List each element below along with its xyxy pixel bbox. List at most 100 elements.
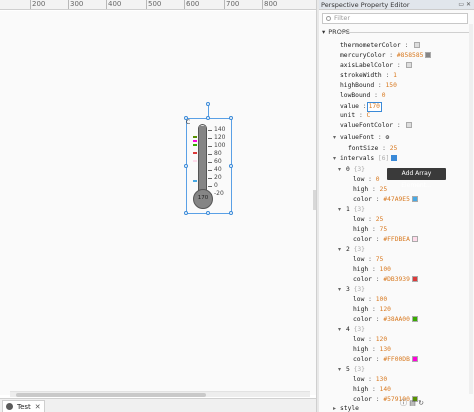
color-swatch-icon[interactable] — [414, 42, 421, 48]
prop-value[interactable]: 120 — [380, 306, 391, 313]
prop-row-intervals[interactable]: intervals [6] — [340, 155, 398, 163]
resize-handle-s[interactable] — [206, 211, 210, 215]
design-canvas[interactable] — [0, 11, 316, 395]
interval-color[interactable]: color : #FF00DB — [353, 356, 418, 364]
interval-color[interactable]: color : #47A9E5 — [353, 196, 418, 204]
color-swatch-icon[interactable] — [411, 276, 418, 282]
chevron-down-icon[interactable]: ▾ — [333, 134, 336, 141]
panel-bottom-toolbar[interactable]: ⓘ ▤ ↻ — [400, 398, 424, 408]
interval-header[interactable]: 5 {3} — [346, 366, 365, 374]
chevron-down-icon[interactable]: ▾ — [338, 166, 341, 173]
prop-value[interactable]: 100 — [376, 296, 387, 303]
interval-color[interactable]: color : #38AA00 — [353, 316, 418, 324]
resize-handle-e[interactable] — [229, 164, 233, 168]
prop-value[interactable]: 25 — [376, 216, 384, 223]
prop-row-highbound[interactable]: highBound : 150 — [340, 82, 397, 90]
prop-value[interactable]: 75 — [380, 226, 388, 233]
thermometer-component[interactable]: C 140 120 100 80 60 40 20 0 -20 170 — [184, 102, 233, 215]
color-swatch-icon[interactable] — [411, 316, 418, 322]
interval-high[interactable]: high : 75 — [353, 226, 387, 234]
close-tab-icon[interactable]: ✕ — [35, 403, 41, 411]
value-edit-field[interactable]: 170 — [366, 102, 382, 112]
filter-input[interactable]: Filter — [322, 13, 468, 24]
prop-value[interactable]: 150 — [386, 82, 397, 89]
interval-low[interactable]: low : 100 — [353, 296, 387, 304]
color-swatch-icon[interactable] — [406, 62, 413, 68]
interval-low[interactable]: low : 0 — [353, 176, 380, 184]
color-swatch-icon[interactable] — [411, 236, 418, 242]
scale-tick — [208, 186, 212, 187]
interval-color[interactable]: color : #FFDBEA — [353, 236, 418, 244]
color-swatch-icon[interactable] — [411, 196, 418, 202]
color-swatch-icon[interactable] — [425, 52, 432, 58]
panel-title-bar: Perspective Property Editor ▭ ✕ — [319, 0, 474, 10]
prop-value[interactable]: 120 — [376, 336, 387, 343]
prop-row-thermometercolor[interactable]: thermometerColor : — [340, 42, 421, 50]
resize-handle-w[interactable] — [184, 164, 188, 168]
prop-value[interactable]: #DB3939 — [383, 276, 410, 283]
interval-low[interactable]: low : 120 — [353, 336, 387, 344]
prop-row-mercurycolor[interactable]: mercuryColor : #858585 — [340, 52, 432, 60]
chevron-down-icon[interactable]: ▾ — [338, 326, 341, 333]
interval-low[interactable]: low : 130 — [353, 376, 387, 384]
prop-value[interactable]: 1 — [393, 72, 397, 79]
prop-row-unit[interactable]: unit : C — [340, 112, 370, 120]
rotation-handle[interactable] — [206, 102, 210, 106]
prop-value[interactable]: #47A9E5 — [383, 196, 410, 203]
chevron-down-icon[interactable]: ▾ — [333, 155, 336, 162]
prop-row-style[interactable]: style — [340, 405, 359, 412]
scrollbar-thumb[interactable] — [16, 393, 206, 397]
interval-low[interactable]: low : 25 — [353, 216, 383, 224]
prop-value[interactable]: 75 — [376, 256, 384, 263]
prop-row-axislabelcolor[interactable]: axisLabelColor : — [340, 62, 413, 70]
prop-row-value[interactable]: value :170 — [340, 102, 382, 112]
chevron-down-icon[interactable]: ▾ — [338, 366, 341, 373]
prop-row-valuefontcolor[interactable]: valueFontColor : — [340, 122, 413, 130]
color-swatch-icon[interactable] — [411, 356, 418, 362]
interval-high[interactable]: high : 25 — [353, 186, 387, 194]
prop-value[interactable]: 140 — [380, 386, 391, 393]
prop-row-valuefont[interactable]: valueFont : ⚙ — [340, 134, 389, 142]
interval-high[interactable]: high : 120 — [353, 306, 391, 314]
prop-key: low — [353, 296, 365, 303]
horizontal-scrollbar[interactable] — [10, 391, 310, 397]
prop-row-strokewidth[interactable]: strokeWidth : 1 — [340, 72, 397, 80]
view-tab-test[interactable]: Test ✕ — [2, 400, 45, 412]
interval-header[interactable]: 4 {3} — [346, 326, 365, 334]
resize-handle-sw[interactable] — [184, 211, 188, 215]
prop-value[interactable]: 25 — [380, 186, 388, 193]
interval-header[interactable]: 0 {3} — [346, 166, 365, 174]
interval-color[interactable]: color : #DB3939 — [353, 276, 418, 284]
chevron-down-icon[interactable]: ▾ — [338, 286, 341, 293]
prop-value[interactable]: C — [367, 112, 371, 119]
prop-row-fontsize[interactable]: fontSize : 25 — [348, 145, 397, 153]
resize-handle-n[interactable] — [206, 116, 210, 120]
prop-value[interactable]: #FFDBEA — [383, 236, 410, 243]
prop-value[interactable]: #38AA00 — [383, 316, 410, 323]
prop-value[interactable]: 130 — [380, 346, 391, 353]
interval-header[interactable]: 1 {3} — [346, 206, 365, 214]
interval-high[interactable]: high : 100 — [353, 266, 391, 274]
chevron-right-icon[interactable]: ▸ — [333, 405, 336, 412]
prop-value[interactable]: 130 — [376, 376, 387, 383]
resize-handle-ne[interactable] — [229, 116, 233, 120]
prop-value[interactable]: 0 — [382, 92, 386, 99]
interval-header[interactable]: 3 {3} — [346, 286, 365, 294]
chevron-down-icon[interactable]: ▾ — [338, 206, 341, 213]
interval-high[interactable]: high : 130 — [353, 346, 391, 354]
window-controls-icon[interactable]: ▭ ✕ — [458, 0, 471, 10]
prop-value[interactable]: 0 — [376, 176, 380, 183]
prop-value[interactable]: 100 — [380, 266, 391, 273]
interval-header[interactable]: 2 {3} — [346, 246, 365, 254]
prop-row-lowbound[interactable]: lowBound : 0 — [340, 92, 386, 100]
add-array-element-button[interactable] — [391, 155, 398, 161]
prop-value[interactable]: #FF00DB — [383, 356, 410, 363]
color-swatch-icon[interactable] — [406, 122, 413, 128]
resize-handle-se[interactable] — [229, 211, 233, 215]
prop-value[interactable]: #858585 — [397, 52, 424, 59]
chevron-down-icon[interactable]: ▾ — [338, 246, 341, 253]
panel-scrollbar[interactable] — [469, 24, 473, 394]
interval-high[interactable]: high : 140 — [353, 386, 391, 394]
prop-value[interactable]: 25 — [390, 145, 398, 152]
interval-low[interactable]: low : 75 — [353, 256, 383, 264]
